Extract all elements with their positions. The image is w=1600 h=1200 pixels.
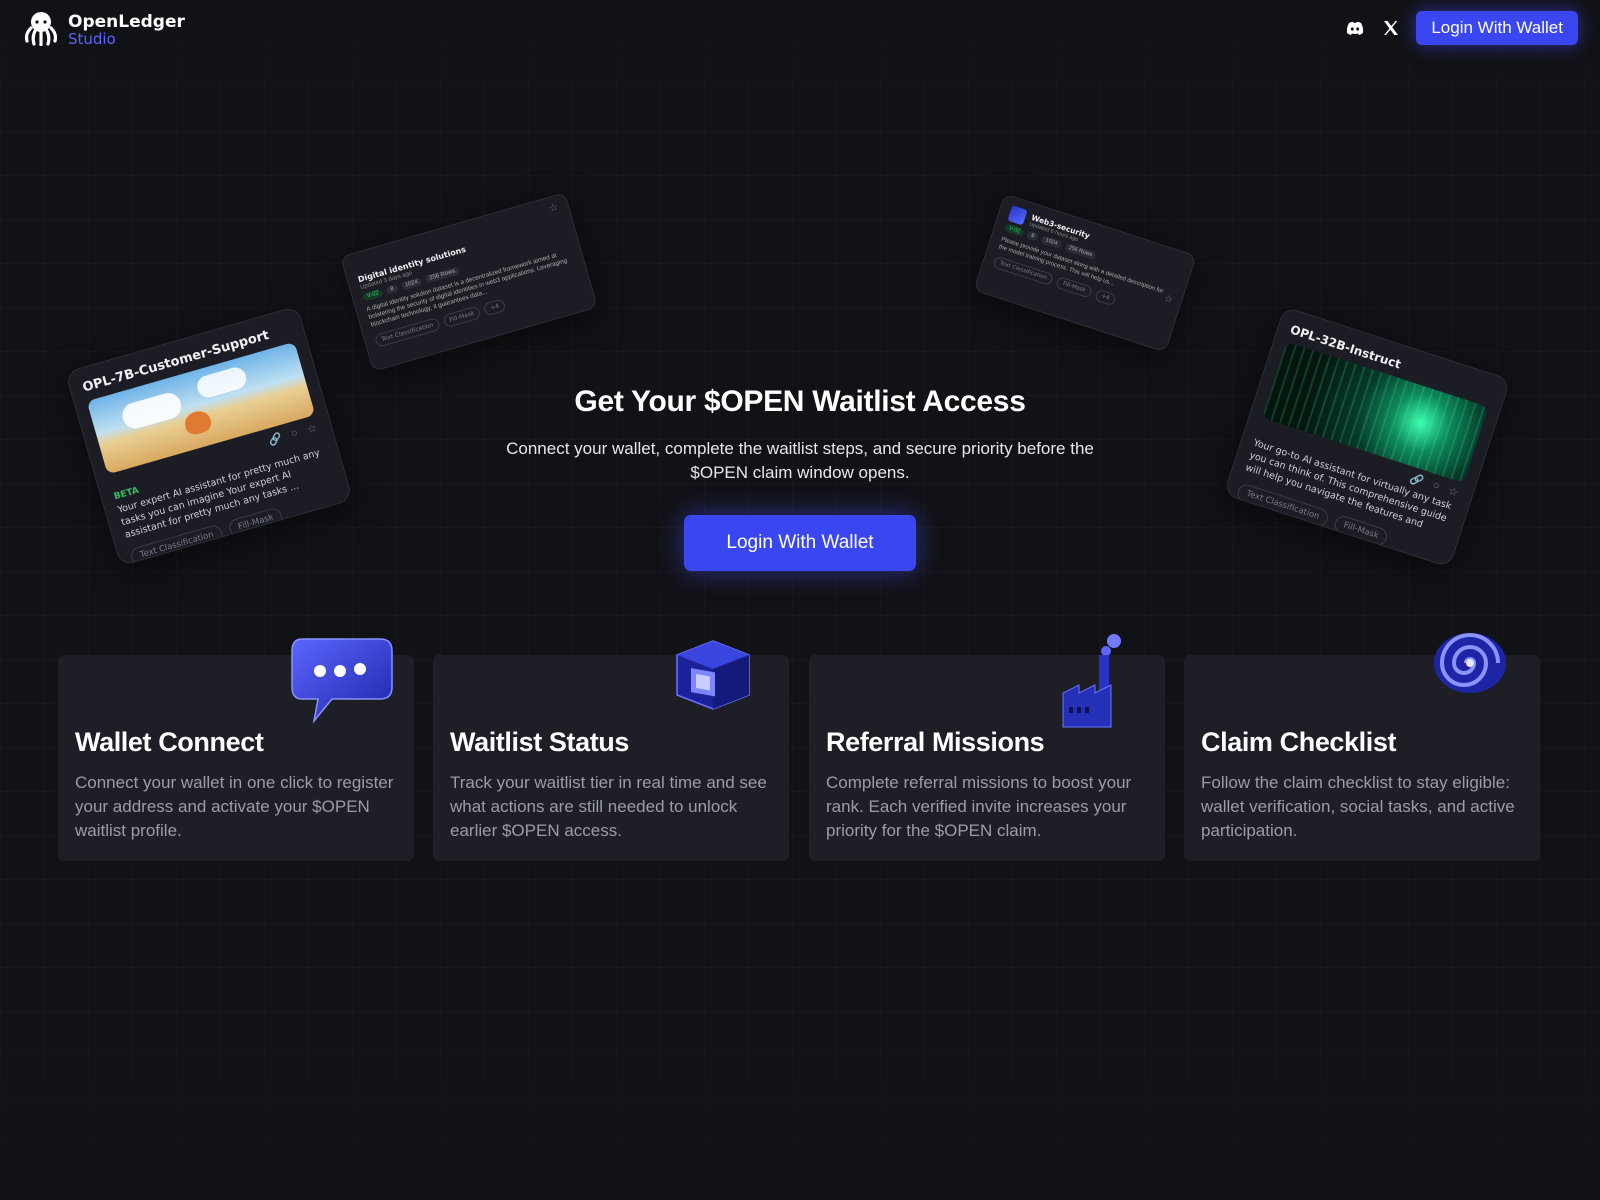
hero-subtitle: Connect your wallet, complete the waitli… (506, 439, 1094, 482)
header-actions: Login With Wallet (1344, 11, 1578, 45)
hero-section: Get Your $OPEN Waitlist Access Connect y… (0, 385, 1600, 571)
header-login-button[interactable]: Login With Wallet (1416, 11, 1578, 45)
likes-stat: 8 (1026, 230, 1040, 242)
brand-subname: Studio (68, 29, 116, 48)
background-grid (0, 0, 1600, 1200)
feature-title: Wallet Connect (75, 727, 264, 757)
octopus-logo-icon (22, 10, 60, 51)
brand-logo[interactable]: OpenLedger Studio (22, 10, 185, 51)
feature-card-referral-missions: Referral Missions Complete referral miss… (809, 634, 1165, 861)
feature-card-wallet-connect: Wallet Connect Connect your wallet in on… (58, 638, 414, 861)
feature-text: Follow the claim checklist to stay eligi… (1201, 773, 1515, 840)
brand-text: OpenLedger Studio (68, 11, 185, 48)
discord-icon[interactable] (1344, 17, 1366, 39)
feature-card-waitlist-status: Waitlist Status Track your waitlist tier… (433, 640, 789, 861)
feature-text: Complete referral missions to boost your… (826, 773, 1132, 840)
spiral-icon (1430, 627, 1510, 704)
tag-more[interactable]: +4 (1093, 288, 1117, 307)
chat-bubble-icon (288, 629, 394, 730)
hero-title: Get Your $OPEN Waitlist Access (574, 385, 1026, 418)
tag-more[interactable]: +4 (482, 298, 507, 317)
hero-login-button[interactable]: Login With Wallet (684, 515, 916, 571)
feature-text: Track your waitlist tier in real time an… (450, 773, 767, 840)
x-twitter-icon[interactable] (1380, 17, 1402, 39)
factory-icon (1059, 627, 1129, 736)
feature-card-claim-checklist: Claim Checklist Follow the claim checkli… (1184, 633, 1540, 861)
chip-cube-icon (673, 637, 753, 718)
brand-name: OpenLedger (68, 11, 185, 32)
feature-text: Connect your wallet in one click to regi… (75, 773, 394, 840)
feature-title: Waitlist Status (450, 727, 630, 757)
feature-title: Claim Checklist (1201, 727, 1397, 757)
top-header: OpenLedger Studio Login With Wallet (0, 0, 1600, 58)
